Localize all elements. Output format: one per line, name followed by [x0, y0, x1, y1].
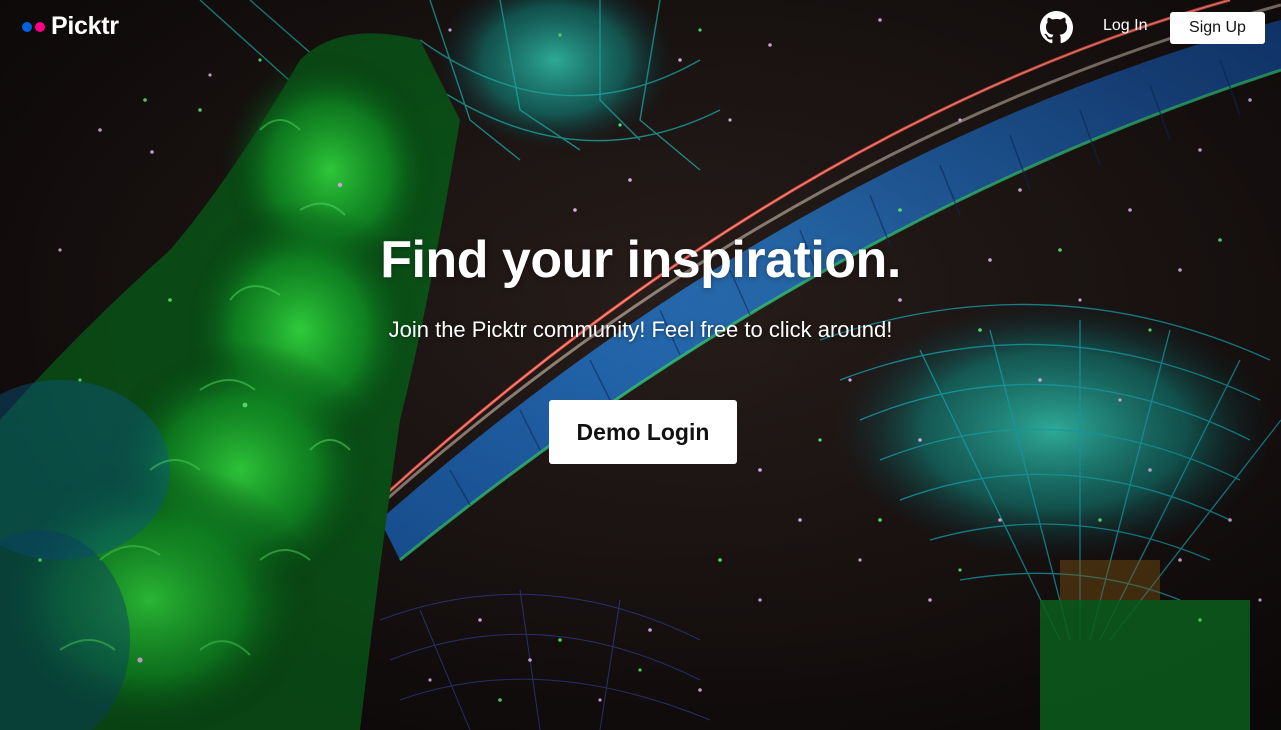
- logo-pink-dot: [35, 21, 45, 32]
- hero-section: Picktr Log In Sign Up Find your inspirat…: [0, 0, 1281, 730]
- brand-logo[interactable]: Picktr: [22, 12, 119, 41]
- hero-subhead: Join the Picktr community! Feel free to …: [388, 317, 893, 342]
- github-icon: [1040, 11, 1073, 44]
- signup-button[interactable]: Sign Up: [1170, 12, 1265, 44]
- top-navbar: Picktr Log In Sign Up: [0, 0, 1281, 56]
- github-link[interactable]: [1040, 11, 1073, 44]
- login-link[interactable]: Log In: [1103, 17, 1147, 35]
- logo-blue-dot: [22, 21, 32, 32]
- hero-headline: Find your inspiration.: [380, 231, 901, 289]
- brand-name: Picktr: [51, 12, 119, 40]
- background-photo: [0, 0, 1281, 730]
- demo-login-button[interactable]: Demo Login: [549, 400, 737, 464]
